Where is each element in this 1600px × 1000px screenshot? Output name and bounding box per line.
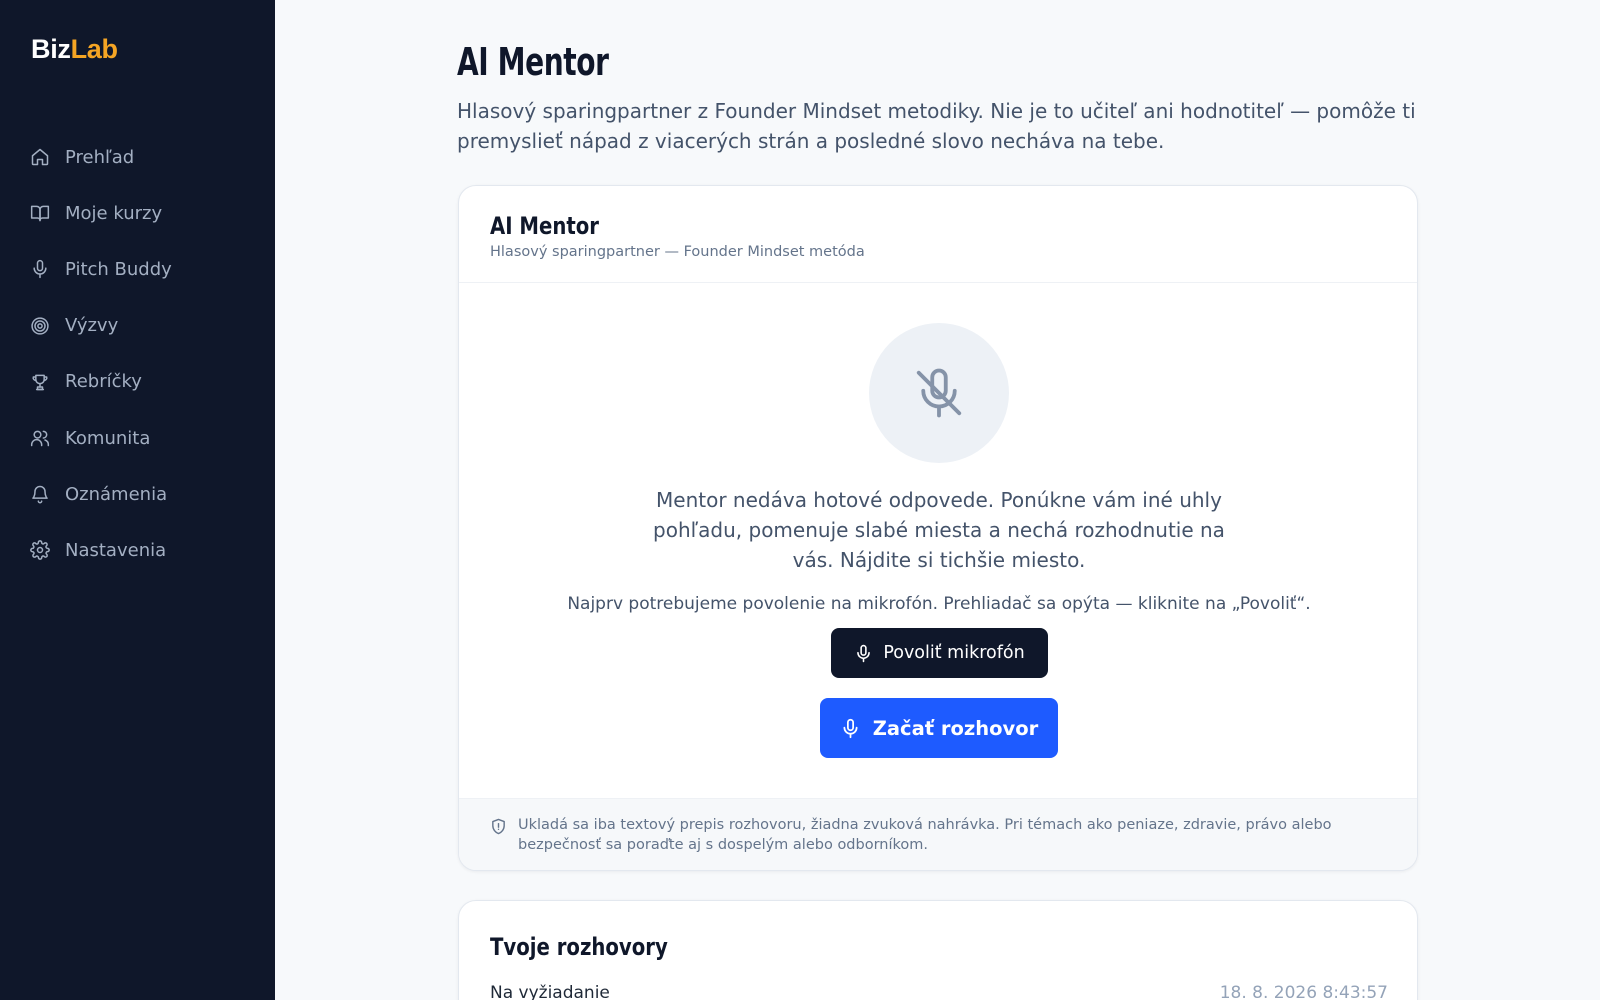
mentor-card-subtitle: Hlasový sparingpartner — Founder Mindset… [490,244,865,260]
mic-status-indicator [869,323,1009,463]
target-icon [31,316,49,335]
conversation-item[interactable]: Na vyžiadanie 18. 8. 2026 8:43:57 [490,983,1388,1000]
sidebar-item-label: Rebríčky [65,371,142,393]
start-conversation-button[interactable]: Začať rozhovor [820,698,1058,758]
sidebar: BizLab Prehľad Moje kurzy Pitch Buddy Vý… [0,0,275,1000]
trophy-icon [32,374,48,391]
gear-icon [30,540,50,561]
sidebar-item-label: Nastavenia [65,539,167,561]
sidebar-item-label: Oznámenia [65,483,168,505]
mic-permission-text: Najprv potrebujeme povolenie na mikrofón… [567,594,1311,614]
sidebar-nav: Prehľad Moje kurzy Pitch Buddy Výzvy Reb… [0,129,275,579]
mentor-card-title: AI Mentor [490,212,599,240]
sidebar-item-oznamenia[interactable]: Oznámenia [0,466,275,522]
mentor-intro-text: Mentor nedáva hotové odpovede. Ponúkne v… [653,488,1225,572]
sidebar-item-label: Pitch Buddy [65,258,172,280]
mic-icon [857,644,871,662]
shield-icon [492,818,505,835]
privacy-note: Ukladá sa iba textový prepis rozhovoru, … [459,798,1417,870]
brand-logo[interactable]: BizLab [31,34,118,65]
sidebar-item-nastavenia[interactable]: Nastavenia [0,522,275,578]
mic-icon [843,718,858,738]
users-icon [30,430,50,447]
allow-microphone-label: Povoliť mikrofón [883,643,1025,663]
book-icon [30,205,50,222]
sidebar-item-label: Komunita [65,427,151,449]
sidebar-item-label: Výzvy [65,315,119,337]
mic-icon [33,260,47,279]
sidebar-item-rebricky[interactable]: Rebríčky [0,354,275,410]
sidebar-item-pitch-buddy[interactable]: Pitch Buddy [0,241,275,297]
mic-off-icon [916,368,962,418]
page-title: AI Mentor [457,40,609,84]
sidebar-item-moje-kurzy[interactable]: Moje kurzy [0,185,275,241]
conversation-title: Na vyžiadanie [490,983,610,1000]
page-description: Hlasový sparingpartner z Founder Mindset… [457,99,1416,153]
conversations-title: Tvoje rozhovory [490,933,668,961]
brand-logo-part1: Biz [31,34,71,64]
sidebar-item-label: Moje kurzy [65,202,163,224]
start-conversation-label: Začať rozhovor [872,716,1039,740]
sidebar-item-label: Prehľad [65,146,135,168]
brand-logo-part2: Lab [70,34,118,64]
mentor-card: AI Mentor Hlasový sparingpartner — Found… [458,185,1418,871]
sidebar-item-komunita[interactable]: Komunita [0,410,275,466]
conversations-card: Tvoje rozhovory Na vyžiadanie 18. 8. 202… [458,900,1418,1000]
allow-microphone-button[interactable]: Povoliť mikrofón [831,628,1048,678]
sidebar-item-prehlad[interactable]: Prehľad [0,129,275,185]
mentor-card-header: AI Mentor Hlasový sparingpartner — Found… [459,186,1417,283]
conversation-timestamp: 18. 8. 2026 8:43:57 [1219,983,1388,1000]
privacy-note-text: Ukladá sa iba textový prepis rozhovoru, … [518,817,1332,853]
sidebar-item-vyzvy[interactable]: Výzvy [0,298,275,354]
home-icon [31,148,49,166]
bell-icon [32,486,48,504]
